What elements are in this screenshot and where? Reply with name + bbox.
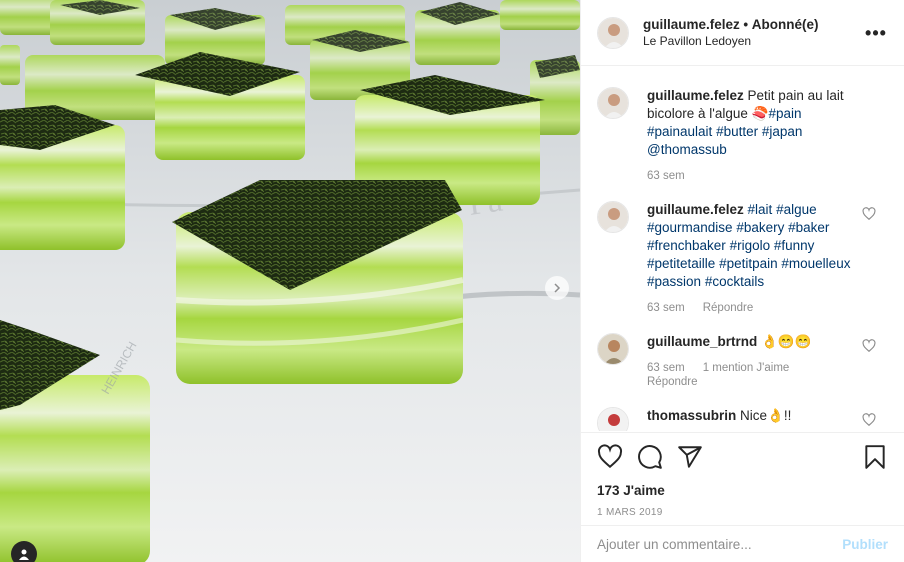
comment-icon[interactable]	[637, 444, 663, 470]
publish-button[interactable]: Publier	[842, 537, 888, 552]
comment-avatar[interactable]	[597, 333, 629, 365]
comment-time[interactable]: 63 sem	[647, 301, 685, 315]
comment-body: guillaume_brtrnd 👌😁😁 63 sem 1 mention J'…	[647, 333, 867, 389]
comment-avatar[interactable]	[597, 201, 629, 233]
follow-status-button[interactable]: Abonné(e)	[752, 17, 819, 32]
comment-time[interactable]: 63 sem	[647, 169, 685, 183]
post-dialog: Pa	[0, 0, 904, 562]
comment-input[interactable]	[597, 536, 843, 552]
hashtag-link[interactable]: #petitpain	[719, 256, 778, 271]
comment-item: guillaume_brtrnd 👌😁😁 63 sem 1 mention J'…	[597, 333, 888, 389]
comment-meta: 63 sem 1 mention J'aime	[647, 361, 867, 375]
comment-time[interactable]: 63 sem	[647, 361, 685, 375]
user-icon	[19, 549, 29, 560]
like-comment-heart-icon[interactable]	[862, 207, 876, 221]
hashtag-link[interactable]: #painaulait	[647, 124, 712, 139]
separator-dot: •	[743, 16, 749, 32]
post-photo[interactable]: Pa	[0, 0, 580, 562]
comment-meta: 63 sem	[647, 169, 867, 183]
comment-username[interactable]: guillaume_brtrnd	[647, 334, 757, 349]
hashtag-link[interactable]: #algue	[776, 202, 817, 217]
avatar-image	[598, 202, 628, 232]
author-avatar[interactable]	[597, 16, 629, 49]
bread-photo: Pa	[0, 0, 580, 562]
hashtag-link[interactable]: #cocktails	[705, 274, 764, 289]
hashtag-link[interactable]: #butter	[716, 124, 758, 139]
author-meta: guillaume.felez • Abonné(e) Le Pavillon …	[643, 16, 864, 50]
caption-comment: guillaume.felez Petit pain au lait bicol…	[597, 87, 888, 183]
hashtag-link[interactable]: #frenchbaker	[647, 238, 726, 253]
hashtag-link[interactable]: #mouelleux	[781, 256, 850, 271]
author-username[interactable]: guillaume.felez	[643, 17, 740, 32]
comment-avatar[interactable]	[597, 87, 629, 119]
chevron-right-icon	[554, 283, 561, 293]
reply-button[interactable]: Répondre	[647, 375, 698, 389]
comment-body: thomassubrin Nice👌!!	[647, 407, 867, 431]
tagged-users-button[interactable]	[11, 541, 37, 562]
comment-meta-reply: Répondre	[647, 375, 867, 389]
comment-username[interactable]: thomassubrin	[647, 408, 736, 423]
post-date[interactable]: 1 MARS 2019	[597, 507, 888, 518]
comment-likes[interactable]: 1 mention J'aime	[703, 361, 790, 375]
reply-button[interactable]: Répondre	[703, 301, 754, 315]
avatar-image	[598, 408, 628, 431]
comment-text: 👌😁😁	[761, 334, 812, 349]
next-photo-button[interactable]	[545, 276, 569, 300]
comment-avatar[interactable]	[597, 407, 629, 431]
avatar-image	[598, 17, 628, 48]
hashtag-link[interactable]: #gourmandise	[647, 220, 733, 235]
likes-count[interactable]: 173 J'aime	[597, 483, 888, 498]
avatar-image	[598, 334, 628, 364]
like-comment-heart-icon[interactable]	[862, 339, 876, 353]
comment-body: guillaume.felez Petit pain au lait bicol…	[647, 87, 867, 183]
comment-item: thomassubrin Nice👌!!	[597, 407, 888, 431]
hashtag-link[interactable]: #rigolo	[730, 238, 771, 253]
add-comment-bar: Publier	[581, 525, 904, 562]
hashtag-link[interactable]: #passion	[647, 274, 701, 289]
comment-item: guillaume.felez #lait #algue #gourmandis…	[597, 201, 888, 315]
avatar-image	[598, 88, 628, 118]
hashtag-link[interactable]: #bakery	[736, 220, 784, 235]
post-header: guillaume.felez • Abonné(e) Le Pavillon …	[581, 0, 904, 66]
like-comment-heart-icon[interactable]	[862, 413, 876, 427]
hashtag-link[interactable]: #japan	[762, 124, 803, 139]
hashtag-link[interactable]: #baker	[788, 220, 829, 235]
bookmark-icon[interactable]	[862, 444, 888, 470]
post-actions: 173 J'aime 1 MARS 2019	[581, 432, 904, 518]
mention-link[interactable]: @thomassub	[647, 142, 727, 157]
comment-username[interactable]: guillaume.felez	[647, 202, 744, 217]
post-side-panel: guillaume.felez • Abonné(e) Le Pavillon …	[580, 0, 904, 562]
hashtag-link[interactable]: #pain	[768, 106, 801, 121]
hashtag-link[interactable]: #petitetaille	[647, 256, 715, 271]
action-icons	[597, 443, 888, 471]
comment-body: guillaume.felez #lait #algue #gourmandis…	[647, 201, 867, 315]
share-icon[interactable]	[677, 444, 703, 470]
comment-meta: 63 sem Répondre	[647, 301, 867, 315]
comment-username[interactable]: guillaume.felez	[647, 88, 744, 103]
comment-text: Nice👌!!	[740, 408, 792, 423]
hashtag-link[interactable]: #funny	[774, 238, 815, 253]
more-options-icon[interactable]: •••	[864, 24, 888, 42]
comments-list[interactable]: guillaume.felez Petit pain au lait bicol…	[581, 67, 904, 431]
heart-icon[interactable]	[597, 444, 623, 470]
post-location[interactable]: Le Pavillon Ledoyen	[643, 33, 864, 50]
hashtag-link[interactable]: #lait	[748, 202, 773, 217]
